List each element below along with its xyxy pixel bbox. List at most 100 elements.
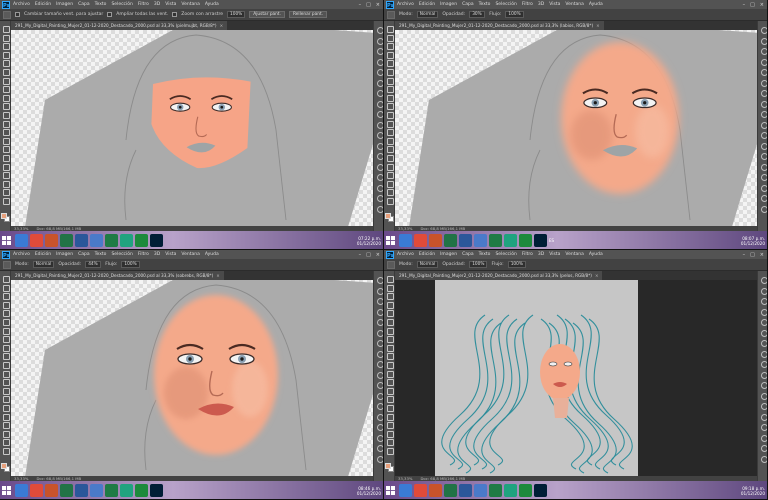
menu-ayuda[interactable]: Ayuda xyxy=(589,2,603,7)
tool-icon[interactable] xyxy=(2,309,10,318)
tool-icon[interactable] xyxy=(2,352,10,361)
photoshop-icon[interactable] xyxy=(534,234,547,247)
maximize-icon[interactable]: □ xyxy=(750,252,755,258)
menu-ventana[interactable]: Ventana xyxy=(565,2,583,7)
menu-selecci-n[interactable]: Selección xyxy=(495,252,516,257)
panel-icon[interactable] xyxy=(376,68,384,76)
option-field[interactable]: 100% xyxy=(226,11,246,18)
panel-icon[interactable] xyxy=(760,350,768,358)
current-tool-icon[interactable] xyxy=(387,10,395,19)
tool-icon[interactable] xyxy=(386,68,394,76)
canvas-area[interactable] xyxy=(395,30,757,226)
tool-icon[interactable] xyxy=(2,59,10,68)
tool-icon[interactable] xyxy=(2,301,10,309)
panel-icon[interactable] xyxy=(760,37,768,45)
panel-icon[interactable] xyxy=(760,455,768,463)
panel-icon[interactable] xyxy=(376,350,384,358)
tool-icon[interactable] xyxy=(2,327,10,335)
tool-icon[interactable] xyxy=(386,301,394,309)
powerpoint-icon[interactable] xyxy=(45,484,58,497)
tool-icon[interactable] xyxy=(2,292,10,301)
close-tab-icon[interactable]: × xyxy=(596,23,600,28)
panel-icon[interactable] xyxy=(760,163,768,171)
menu-vista[interactable]: Vista xyxy=(165,252,176,257)
windows-start-icon[interactable] xyxy=(386,236,395,245)
chrome-icon[interactable] xyxy=(30,234,43,247)
panel-icon[interactable] xyxy=(376,455,384,463)
tool-icon[interactable] xyxy=(2,318,10,326)
panel-icon[interactable] xyxy=(376,142,384,150)
app-teal-icon[interactable] xyxy=(120,484,133,497)
tool-icon[interactable] xyxy=(386,387,394,395)
tool-icon[interactable] xyxy=(2,395,10,404)
tool-icon[interactable] xyxy=(386,447,394,455)
panel-icon[interactable] xyxy=(376,163,384,171)
app-teal-icon[interactable] xyxy=(120,234,133,247)
tool-icon[interactable] xyxy=(386,395,394,404)
menu-selecci-n[interactable]: Selección xyxy=(111,2,132,7)
panel-icon[interactable] xyxy=(760,308,768,316)
option-checkbox[interactable] xyxy=(107,12,113,17)
app-green-icon[interactable] xyxy=(135,234,148,247)
menu-capa[interactable]: Capa xyxy=(462,2,474,7)
windows-start-icon[interactable] xyxy=(386,486,395,495)
minimize-icon[interactable]: – xyxy=(743,2,746,8)
panel-icon[interactable] xyxy=(760,142,768,150)
menu-3d[interactable]: 3D xyxy=(538,2,544,7)
tool-icon[interactable] xyxy=(386,34,394,42)
photoshop-icon[interactable] xyxy=(534,484,547,497)
excel-icon[interactable] xyxy=(444,484,457,497)
tool-icon[interactable] xyxy=(2,197,10,205)
powerpoint-icon[interactable] xyxy=(429,234,442,247)
tool-icon[interactable] xyxy=(2,111,10,119)
menu-archivo[interactable]: Archivo xyxy=(13,2,30,7)
menu-filtro[interactable]: Filtro xyxy=(522,2,533,7)
tool-icon[interactable] xyxy=(386,180,394,188)
panel-icon[interactable] xyxy=(376,308,384,316)
close-tab-icon[interactable]: × xyxy=(216,273,220,278)
panel-icon[interactable] xyxy=(760,100,768,108)
panel-icon[interactable] xyxy=(376,79,384,87)
panel-icon[interactable] xyxy=(376,423,384,431)
option-field[interactable]: Normal xyxy=(416,11,439,18)
menu-filtro[interactable]: Filtro xyxy=(138,252,149,257)
panel-icon[interactable] xyxy=(760,413,768,421)
powerpoint-icon[interactable] xyxy=(45,234,58,247)
tool-icon[interactable] xyxy=(386,137,394,145)
panel-icon[interactable] xyxy=(760,47,768,55)
panel-icon[interactable] xyxy=(376,318,384,326)
document-tab[interactable]: 291_My_Digital_Painting_Mujer2_01-12-202… xyxy=(395,271,603,280)
menu-ayuda[interactable]: Ayuda xyxy=(205,2,219,7)
file-explorer-icon[interactable] xyxy=(15,234,28,247)
tool-icon[interactable] xyxy=(386,171,394,180)
canvas-area[interactable] xyxy=(11,280,373,476)
file-explorer-icon[interactable] xyxy=(399,484,412,497)
tool-icon[interactable] xyxy=(386,51,394,59)
panel-icon[interactable] xyxy=(376,276,384,284)
tool-icon[interactable] xyxy=(2,344,10,352)
minimize-icon[interactable]: – xyxy=(743,252,746,258)
tool-icon[interactable] xyxy=(386,370,394,378)
tool-icon[interactable] xyxy=(386,327,394,335)
excel-icon[interactable] xyxy=(60,484,73,497)
foreground-color-swatch[interactable] xyxy=(1,463,7,469)
chrome-icon[interactable] xyxy=(30,484,43,497)
photoshop-icon[interactable] xyxy=(150,484,163,497)
tool-icon[interactable] xyxy=(2,447,10,455)
close-tab-icon[interactable]: × xyxy=(595,273,599,278)
document-tab[interactable]: 291_My_Digital_Painting_Mujer2_01-12-202… xyxy=(11,21,228,30)
files-icon[interactable] xyxy=(474,484,487,497)
menu-ventana[interactable]: Ventana xyxy=(181,252,199,257)
menu-texto[interactable]: Texto xyxy=(95,252,107,257)
panel-icon[interactable] xyxy=(760,121,768,129)
panel-icon[interactable] xyxy=(760,110,768,118)
tool-icon[interactable] xyxy=(386,120,394,128)
tool-icon[interactable] xyxy=(386,361,394,369)
tool-icon[interactable] xyxy=(2,188,10,197)
panel-icon[interactable] xyxy=(760,205,768,213)
file-explorer-icon[interactable] xyxy=(15,484,28,497)
menu-capa[interactable]: Capa xyxy=(78,2,90,7)
photoshop-logo[interactable]: Ps xyxy=(2,250,10,259)
panel-icon[interactable] xyxy=(376,131,384,139)
tool-icon[interactable] xyxy=(386,163,394,171)
